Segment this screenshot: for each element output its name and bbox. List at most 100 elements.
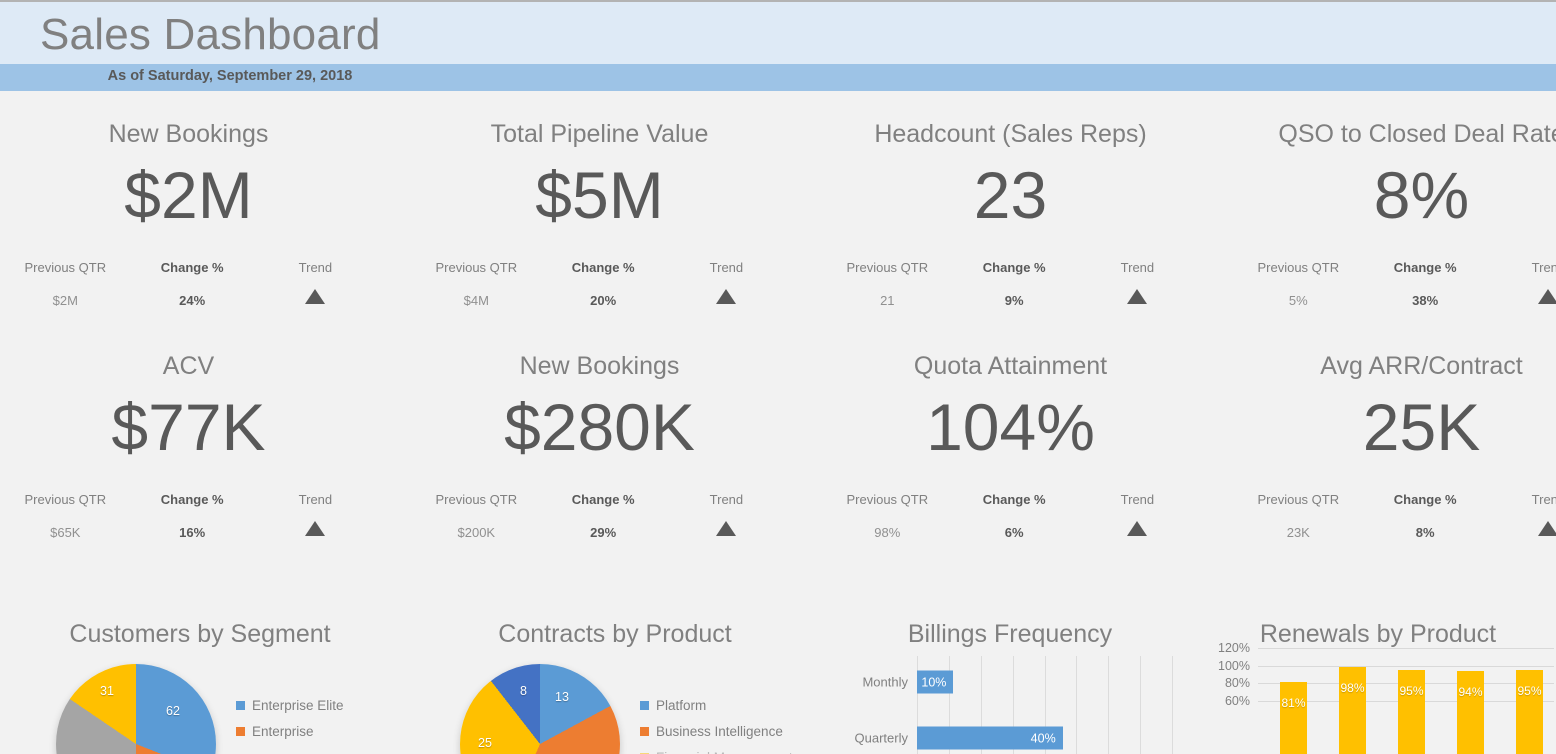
kpi-previous-column: Previous QTR 21 xyxy=(822,260,953,308)
kpi-card[interactable]: Headcount (Sales Reps) 23 Previous QTR 21 Ch… xyxy=(822,104,1199,336)
bar[interactable]: 81% xyxy=(1280,682,1307,754)
axis-category-label: Quarterly xyxy=(854,730,908,746)
kpi-change-header: Change % xyxy=(1393,260,1457,275)
chart-title: Renewals by Product xyxy=(1259,620,1497,648)
kpi-previous-column: Previous QTR 98% xyxy=(822,492,953,540)
bar-chart-plot: Monthly 10% Quarterly 40% xyxy=(855,656,1173,754)
pie-slice-label: 13 xyxy=(555,690,569,704)
kpi-trend-header: Trend xyxy=(298,260,333,275)
gridline xyxy=(1076,656,1078,754)
as-of-date: As of Saturday, September 29, 2018 xyxy=(107,68,353,84)
kpi-previous-column: Previous QTR 5% xyxy=(1233,260,1364,308)
kpi-footer: Previous QTR 21 Change % 9% Trend xyxy=(822,260,1199,308)
chart-renewals-by-product[interactable]: Renewals by Product 120% 100% 80% 60% 81% 98%… xyxy=(1200,600,1556,754)
kpi-title: Avg ARR/Contract xyxy=(1320,352,1523,380)
chart-title: Billings Frequency xyxy=(907,620,1113,648)
kpi-footer: Previous QTR $200K Change % 29% Trend xyxy=(411,492,788,540)
trend-up-icon xyxy=(1538,289,1556,304)
kpi-previous-column: Previous QTR $4M xyxy=(411,260,542,308)
kpi-card[interactable]: Quota Attainment 104% Previous QTR 98% Chang… xyxy=(822,336,1199,568)
kpi-change-column: Change % 29% xyxy=(542,492,665,540)
legend-label: Financial Management xyxy=(656,750,793,754)
kpi-previous-header: Previous QTR xyxy=(435,492,518,507)
kpi-value: 8% xyxy=(1373,158,1470,232)
axis-category-label: Monthly xyxy=(862,674,908,690)
bar-value-label: 94% xyxy=(1458,684,1483,699)
pie-slice-label: 62 xyxy=(166,704,180,718)
kpi-previous-column: Previous QTR $200K xyxy=(411,492,542,540)
chart-contracts-by-product[interactable]: Contracts by Product 13 25 8 Platform Bu… xyxy=(410,600,820,754)
chart-title: Contracts by Product xyxy=(498,620,732,648)
kpi-change-header: Change % xyxy=(571,492,635,507)
legend-item[interactable]: Enterprise xyxy=(236,724,344,739)
trend-up-icon xyxy=(1127,521,1148,536)
kpi-previous-value: $200K xyxy=(457,525,496,540)
pie-slice-label: 8 xyxy=(520,684,527,698)
chart-title: Customers by Segment xyxy=(69,620,331,648)
gridline xyxy=(1140,656,1142,754)
title-band: Sales Dashboard xyxy=(0,2,1556,64)
kpi-change-value: 6% xyxy=(1004,525,1024,540)
kpi-card[interactable]: New Bookings $280K Previous QTR $200K Change… xyxy=(411,336,788,568)
kpi-change-column: Change % 38% xyxy=(1364,260,1487,308)
gridline xyxy=(1258,648,1554,649)
kpi-card[interactable]: Avg ARR/Contract 25K Previous QTR 23K Change… xyxy=(1233,336,1556,568)
pie-wrap: 13 25 8 xyxy=(460,664,620,754)
kpi-change-header: Change % xyxy=(982,492,1046,507)
legend-swatch-icon xyxy=(640,701,649,710)
kpi-value: $5M xyxy=(535,158,664,232)
kpi-trend-header: Trend xyxy=(1120,492,1155,507)
kpi-previous-header: Previous QTR xyxy=(24,492,107,507)
chart-billings-frequency[interactable]: Billings Frequency Monthly 10% Quarterly 40… xyxy=(820,600,1200,754)
bar[interactable]: 10% xyxy=(917,670,954,694)
kpi-trend-header: Trend xyxy=(1531,260,1556,275)
kpi-card[interactable]: QSO to Closed Deal Rate 8% Previous QTR 5% C… xyxy=(1233,104,1556,336)
bar[interactable]: 98% xyxy=(1339,667,1366,754)
chart-customers-by-segment[interactable]: Customers by Segment 62 31 Enterprise El… xyxy=(0,600,400,754)
kpi-title: New Bookings xyxy=(108,120,269,148)
pie-chart xyxy=(56,664,216,754)
kpi-card[interactable]: New Bookings $2M Previous QTR $2M Change % 24… xyxy=(0,104,377,336)
bar[interactable]: 95% xyxy=(1398,670,1425,754)
kpi-footer: Previous QTR 5% Change % 38% Trend xyxy=(1233,260,1556,308)
kpi-footer: Previous QTR $2M Change % 24% Trend xyxy=(0,260,377,308)
kpi-change-value: 38% xyxy=(1412,293,1439,308)
legend-item[interactable]: Enterprise Elite xyxy=(236,698,344,713)
kpi-previous-header: Previous QTR xyxy=(846,492,929,507)
kpi-previous-value: $4M xyxy=(463,293,489,308)
column-chart-plot: 120% 100% 80% 60% 81% 98% 95% 94% 95% xyxy=(1218,641,1554,754)
trend-up-icon xyxy=(1538,521,1556,536)
kpi-trend-column: Trend xyxy=(254,260,377,304)
legend-item[interactable]: Business Intelligence xyxy=(640,724,793,739)
chart-legend: Enterprise Elite Enterprise xyxy=(236,698,344,750)
kpi-trend-header: Trend xyxy=(298,492,333,507)
chart-legend: Platform Business Intelligence Financial… xyxy=(640,698,793,754)
kpi-title: QSO to Closed Deal Rate xyxy=(1278,120,1556,148)
legend-item[interactable]: Platform xyxy=(640,698,793,713)
kpi-change-value: 20% xyxy=(590,293,617,308)
kpi-value: 104% xyxy=(926,390,1095,464)
kpi-change-value: 9% xyxy=(1004,293,1024,308)
kpi-trend-column: Trend xyxy=(1076,492,1199,536)
kpi-card[interactable]: Total Pipeline Value $5M Previous QTR $4M Ch… xyxy=(411,104,788,336)
legend-swatch-icon xyxy=(640,727,649,736)
bar[interactable]: 94% xyxy=(1457,670,1484,754)
kpi-trend-column: Trend xyxy=(1076,260,1199,304)
axis-tick-label: 60% xyxy=(1224,694,1250,708)
legend-label: Enterprise xyxy=(252,724,314,739)
kpi-change-header: Change % xyxy=(982,260,1046,275)
kpi-trend-header: Trend xyxy=(709,260,744,275)
pie-slice-label: 25 xyxy=(478,736,492,750)
kpi-title: ACV xyxy=(162,352,215,380)
kpi-trend-column: Trend xyxy=(1487,492,1556,536)
bar[interactable]: 40% xyxy=(917,726,1063,750)
bar[interactable]: 95% xyxy=(1516,670,1543,754)
kpi-previous-header: Previous QTR xyxy=(1257,260,1340,275)
legend-item[interactable]: Financial Management xyxy=(640,750,793,754)
kpi-trend-header: Trend xyxy=(1531,492,1556,507)
kpi-footer: Previous QTR 23K Change % 8% Trend xyxy=(1233,492,1556,540)
pie-slice-label: 31 xyxy=(100,684,114,698)
kpi-previous-value: $2M xyxy=(52,293,78,308)
kpi-trend-column: Trend xyxy=(254,492,377,536)
kpi-card[interactable]: ACV $77K Previous QTR $65K Change % 16% Trend xyxy=(0,336,377,568)
